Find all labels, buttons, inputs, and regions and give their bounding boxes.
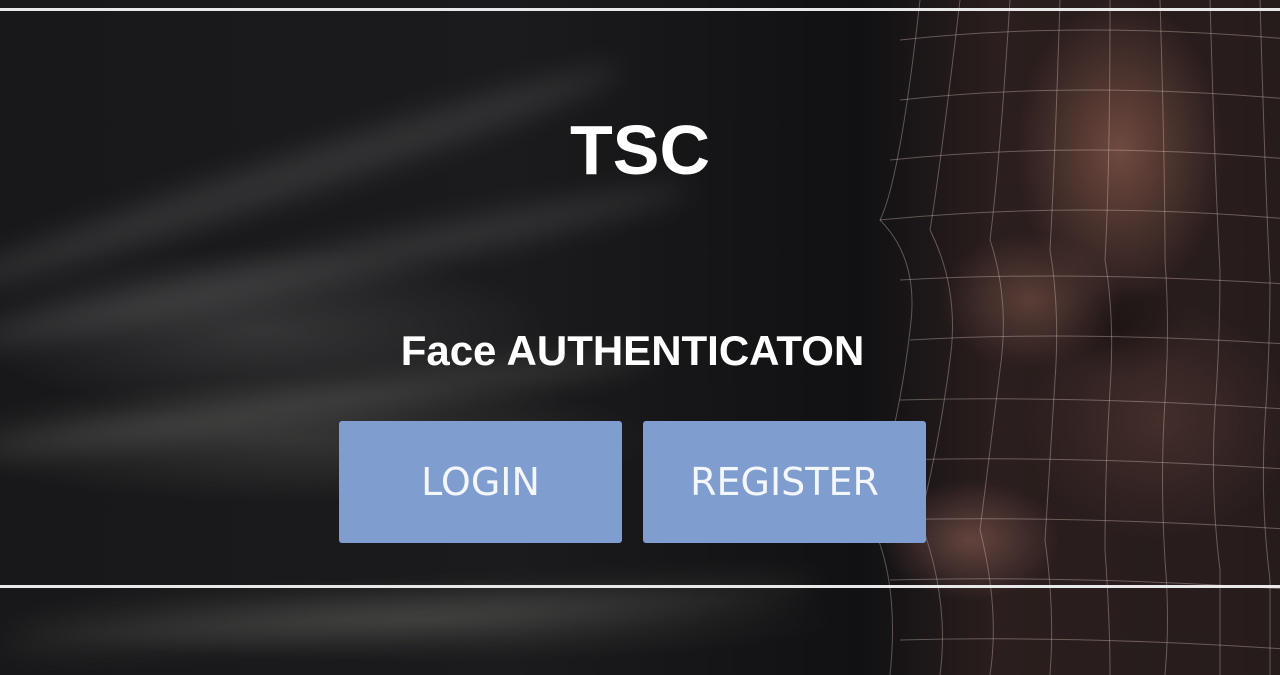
login-button[interactable]: LOGIN [339, 421, 622, 543]
hero-background: TSC Face AUTHENTICATON LOGIN REGISTER [0, 0, 1280, 675]
register-button[interactable]: REGISTER [643, 421, 926, 543]
bottom-divider [0, 585, 1280, 588]
top-divider [0, 8, 1280, 11]
app-title: TSC [570, 111, 710, 189]
page-subtitle: Face AUTHENTICATON [400, 327, 865, 374]
